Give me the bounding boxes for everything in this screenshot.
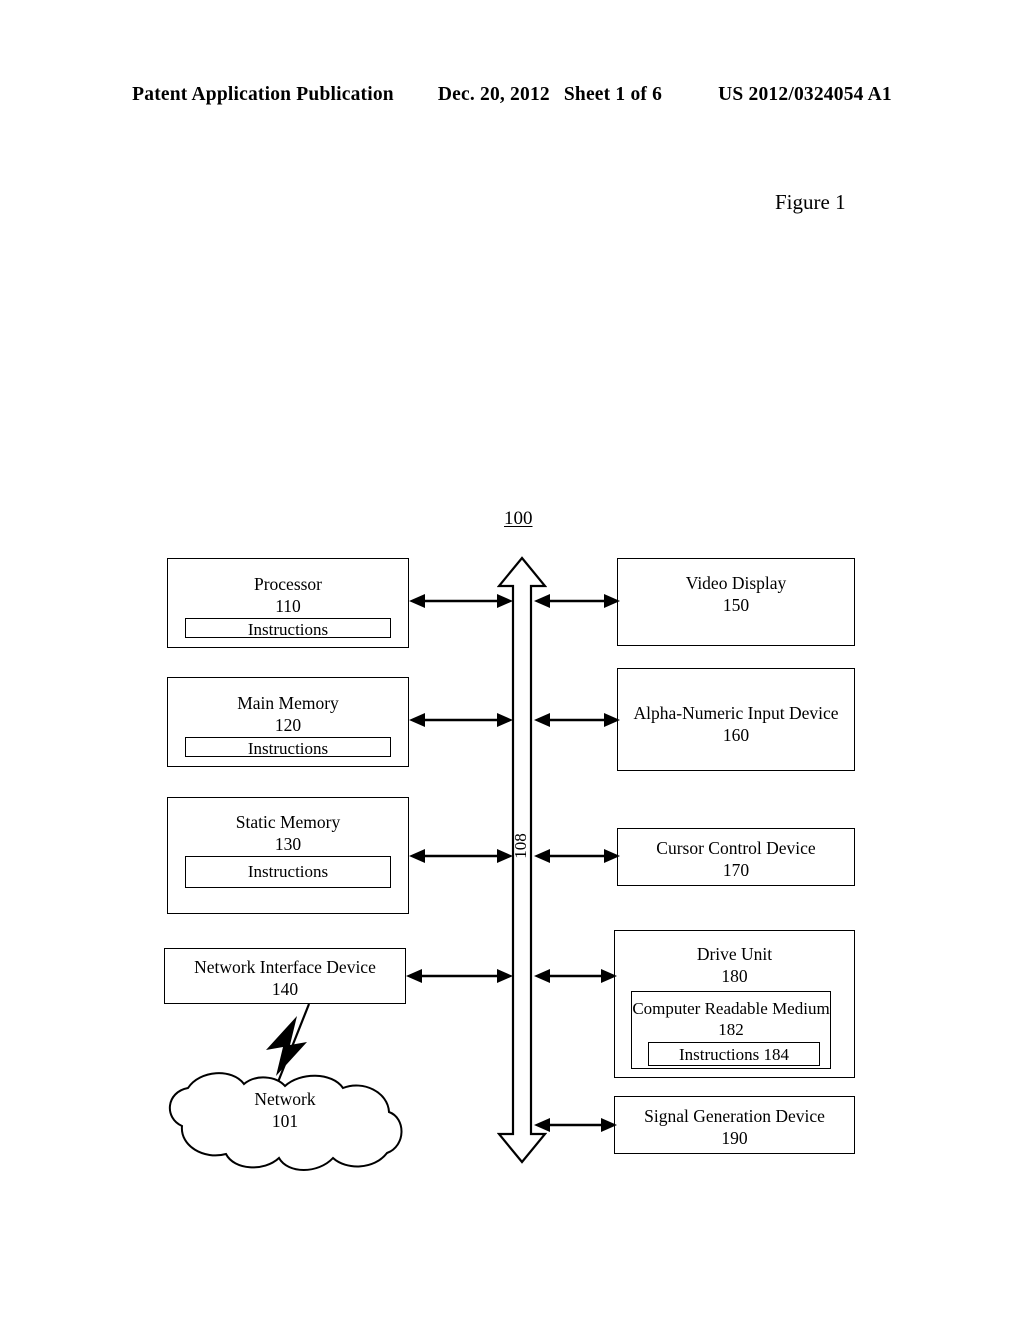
bus-reference-label: 108 — [510, 833, 530, 859]
block-processor: Processor 110 Instructions — [167, 558, 409, 648]
block-computer-readable-medium: Computer Readable Medium 182 Instruction… — [631, 991, 831, 1069]
block-drive-unit-title: Drive Unit — [696, 944, 773, 964]
block-cursor-control-number: 170 — [722, 860, 750, 881]
connector-bus-signal-generation — [534, 1118, 617, 1132]
block-drive-unit-number: 180 — [721, 966, 748, 987]
block-main-memory-title: Main Memory — [237, 693, 339, 713]
block-main-memory: Main Memory 120 Instructions — [167, 677, 409, 767]
system-block-diagram: 100 Processor 110 Instructions Main Memo… — [0, 0, 1024, 1320]
connector-processor-bus — [409, 594, 513, 608]
block-alpha-numeric-input-device: Alpha-Numeric Input Device 160 — [617, 668, 855, 771]
block-crm-title: Computer Readable Medium — [632, 999, 830, 1018]
block-network-interface-device: Network Interface Device 140 — [164, 948, 406, 1004]
connector-bus-alpha-numeric — [534, 713, 620, 727]
block-cursor-control-title: Cursor Control Device — [656, 838, 816, 858]
connector-network-interface-bus — [406, 969, 513, 983]
block-processor-title: Processor — [253, 574, 323, 594]
network-cloud-label: Network 101 — [160, 1088, 410, 1133]
connector-main-memory-bus — [409, 713, 513, 727]
system-reference-label: 100 — [504, 508, 533, 529]
block-signal-generation-number: 190 — [721, 1128, 748, 1149]
block-crm-number: 182 — [718, 1020, 744, 1040]
connector-bus-video-display — [534, 594, 620, 608]
block-static-memory-number: 130 — [274, 834, 302, 855]
network-number: 101 — [271, 1111, 299, 1132]
block-static-memory: Static Memory 130 Instructions — [167, 797, 409, 914]
main-memory-instructions-box: Instructions — [185, 737, 391, 757]
block-video-display-title: Video Display — [685, 573, 787, 593]
connector-bus-cursor-control — [534, 849, 620, 863]
block-video-display: Video Display 150 — [617, 558, 855, 646]
block-main-memory-number: 120 — [274, 715, 302, 736]
connector-bus-drive-unit — [534, 969, 617, 983]
block-video-display-number: 150 — [722, 595, 750, 616]
block-drive-unit: Drive Unit 180 Computer Readable Medium … — [614, 930, 855, 1078]
block-alpha-numeric-title: Alpha-Numeric Input Device — [633, 703, 839, 723]
network-title: Network — [254, 1089, 316, 1109]
connector-static-memory-bus — [409, 849, 513, 863]
processor-instructions-box: Instructions — [185, 618, 391, 638]
block-network-interface-number: 140 — [271, 979, 299, 1000]
block-static-memory-title: Static Memory — [235, 812, 341, 832]
block-processor-number: 110 — [275, 596, 301, 617]
crm-instructions-box: Instructions 184 — [648, 1042, 820, 1066]
block-cursor-control-device: Cursor Control Device 170 — [617, 828, 855, 886]
block-signal-generation-title: Signal Generation Device — [644, 1106, 825, 1126]
block-signal-generation-device: Signal Generation Device 190 — [614, 1096, 855, 1154]
block-alpha-numeric-number: 160 — [722, 725, 750, 746]
block-network-interface-title: Network Interface Device — [194, 957, 376, 977]
static-memory-instructions-box: Instructions — [185, 856, 391, 888]
